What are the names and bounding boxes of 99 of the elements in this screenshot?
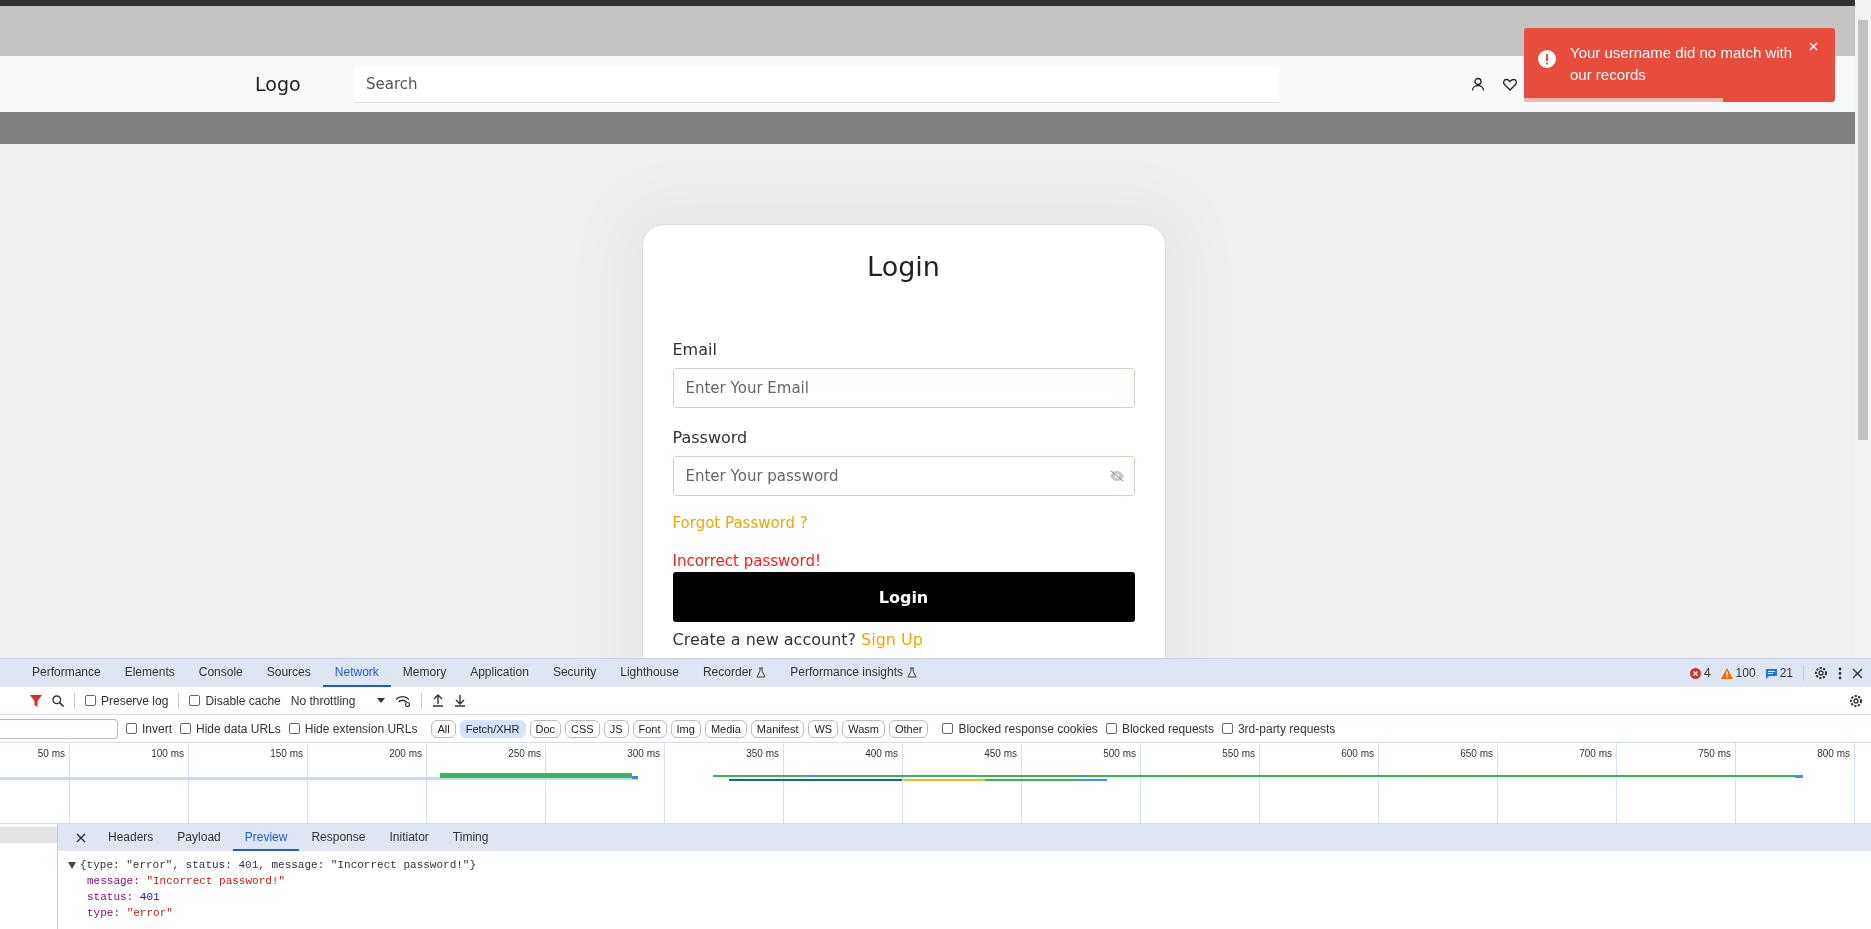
download-icon[interactable] [454,694,467,707]
json-property: message: "Incorrect password!" [87,874,286,889]
tick-label: 250 ms [508,748,541,759]
settings-icon[interactable] [1814,666,1828,680]
type-filter-chip[interactable]: JS [603,719,629,738]
devtools-tab[interactable]: Recorder [690,659,779,687]
throttling-dropdown[interactable]: No throttling [290,693,356,708]
checkbox[interactable] [180,723,191,734]
toast-message: Your username did no match with our records [1570,43,1794,85]
type-filter-chip[interactable]: Doc [529,719,562,738]
json-property: type: "error" [87,906,173,921]
checkbox-label: Disable cache [205,693,281,708]
tick-label: 600 ms [1341,748,1374,759]
devtools-tab[interactable]: Elements [112,659,187,687]
upload-icon[interactable] [432,694,445,707]
devtools-tab[interactable]: Console [186,659,255,687]
warning-icon [1720,667,1733,679]
filter-icon[interactable] [30,694,42,707]
search-field[interactable]: Search [354,65,1279,103]
checkbox-label: Hide data URLs [196,721,281,736]
heart-icon[interactable] [1503,77,1517,91]
devtools-tab[interactable]: Lighthouse [608,659,691,687]
devtools-tab[interactable]: Performance insights [778,659,930,687]
devtools-tab[interactable]: Memory [390,659,459,687]
json-property: status: 401 [87,890,160,905]
tick-label: 300 ms [627,748,660,759]
detail-tab[interactable]: Response [299,824,378,851]
alert-icon [1538,50,1556,68]
checkbox[interactable] [126,723,137,734]
type-filter-chip[interactable]: WS [808,719,839,738]
type-filter-chip[interactable]: Manifest [750,719,805,738]
login-title: Login [867,251,940,282]
checkbox-label: Blocked response cookies [958,721,1098,736]
detail-tab[interactable]: Payload [165,824,233,851]
warning-count[interactable]: 100 [1735,666,1756,680]
message-count[interactable]: 21 [1779,666,1793,680]
more-icon[interactable] [1838,666,1842,680]
detail-tab[interactable]: Initiator [377,824,441,851]
tick-label: 800 ms [1817,748,1850,759]
settings-icon[interactable] [1849,693,1863,708]
close-icon[interactable] [1852,667,1863,679]
devtools-tab[interactable]: Performance [20,659,113,687]
type-filter-chip[interactable]: Img [670,719,701,738]
message-icon [1765,667,1777,679]
wifi-gear-icon[interactable] [395,694,412,707]
tick-label: 350 ms [746,748,779,759]
checkbox-label: 3rd-party requests [1237,721,1336,736]
checkbox[interactable] [189,695,201,706]
caret-icon[interactable] [377,698,386,703]
checkbox-label: Invert [142,721,172,736]
tick-label: 100 ms [151,748,184,759]
checkbox-label: Preserve log [101,693,169,708]
signup-prompt: Create a new account? [672,630,857,649]
error-message: Incorrect password! [672,552,821,570]
scrollbar[interactable] [1855,0,1871,658]
type-filter-chip[interactable]: Fetch/XHR [459,719,526,738]
checkbox[interactable] [288,723,300,734]
tick-label: 750 ms [1698,748,1731,759]
tick-label: 200 ms [389,748,422,759]
json-summary: {type: "error", status: 401, message: "Incorrect password!"} [80,858,477,873]
checkbox-label: Hide extension URLs [304,721,418,736]
type-filter-chip[interactable]: All [431,719,456,738]
devtools-tab[interactable]: Application [458,659,541,687]
detail-tab[interactable]: Timing [440,824,501,851]
type-filter-chip[interactable]: Media [704,719,747,738]
checkbox[interactable] [942,723,954,734]
tick-label: 700 ms [1579,748,1612,759]
field-label: Password [672,428,749,447]
tick-label: 400 ms [865,748,898,759]
detail-tab[interactable]: Preview [232,824,300,851]
tick-label: 500 ms [1103,748,1136,759]
user-icon[interactable] [1471,77,1485,91]
type-filter-chip[interactable]: CSS [565,719,600,738]
tick-label: 150 ms [270,748,303,759]
checkbox[interactable] [85,695,96,706]
devtools-tab[interactable]: Sources [254,659,323,687]
search-icon[interactable] [52,694,64,707]
tick-label: 650 ms [1460,748,1493,759]
detail-tab[interactable]: Headers [96,824,166,851]
checkbox-label: Blocked requests [1121,721,1214,736]
logo[interactable]: Logo [255,73,354,95]
type-filter-chip[interactable]: Font [632,719,667,738]
field-label: Email [672,340,718,359]
password-field[interactable]: Enter Your password [672,456,1135,496]
error-count[interactable]: 4 [1703,666,1711,680]
type-filter-chip[interactable]: Wasm [842,719,885,738]
checkbox[interactable] [1105,723,1117,734]
type-filter-chip[interactable]: Other [888,719,929,738]
tick-label: 450 ms [984,748,1017,759]
checkbox[interactable] [1221,723,1233,734]
devtools-tab[interactable]: Security [540,659,609,687]
devtools-tab[interactable]: Network [322,659,391,687]
email-field[interactable]: Enter Your Email [672,368,1135,408]
tick-label: 50 ms [37,748,65,759]
expand-triangle-icon[interactable] [68,861,76,869]
filter-field[interactable] [0,718,118,739]
tick-label: 550 ms [1222,748,1255,759]
login-button[interactable]: Login [672,572,1135,622]
error-icon [1689,667,1701,679]
